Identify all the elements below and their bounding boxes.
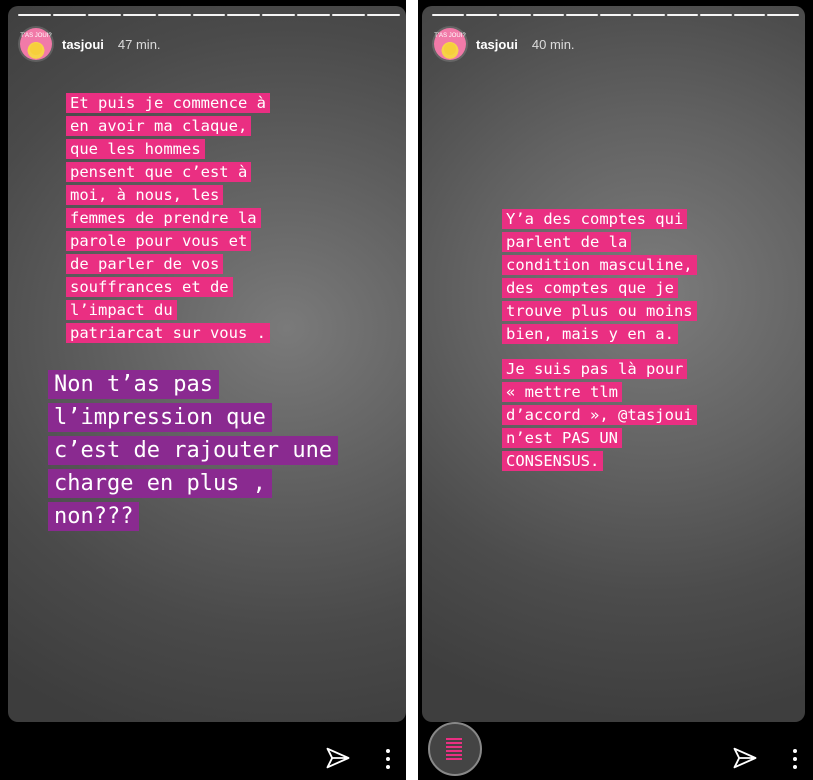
avatar[interactable]: T'AS JOUI? [20,28,52,60]
text-line: CONSENSUS. [502,451,604,471]
story-thumbnail[interactable] [428,722,482,776]
avatar-text: T'AS JOUI? [20,33,52,39]
progress-segment [700,14,732,16]
progress-segment [297,14,331,16]
progress-segment [262,14,296,16]
emoji-face-icon [444,43,456,55]
progress-segment [367,14,400,16]
username[interactable]: tasjoui [62,37,104,52]
pink-text-block-2: Je suis pas là pour « mettre tlm d’accord … [502,358,792,473]
story-screen-right: T'AS JOUI? tasjoui 40 min. Y’a des compt… [418,0,813,780]
text-line: trouve plus ou moins [502,301,697,321]
progress-segment [227,14,261,16]
avatar-text: T'AS JOUI? [434,33,466,39]
progress-segment [733,14,766,16]
progress-segment [767,14,800,16]
text-line: des comptes que je [502,278,678,298]
text-line: Et puis je commence à [66,93,270,113]
progress-segment [666,14,699,16]
story-progress-bar [432,14,800,16]
progress-segment [332,14,366,16]
text-line: n’est PAS UN [502,428,622,448]
story-background[interactable]: T'AS JOUI? tasjoui 47 min. Et puis je co… [8,6,406,722]
avatar[interactable]: T'AS JOUI? [434,28,466,60]
text-line: l’impression que [48,403,272,432]
timestamp: 47 min. [117,36,161,52]
story-screen-left: T'AS JOUI? tasjoui 47 min. Et puis je co… [0,0,406,780]
progress-segment [432,14,464,16]
vertical-dots-icon[interactable] [384,748,392,770]
emoji-face-icon [30,43,42,55]
progress-segment [465,14,498,16]
paper-plane-icon[interactable] [324,744,352,772]
progress-segment [192,14,226,16]
progress-segment [87,14,121,16]
progress-segment [157,14,191,16]
progress-segment [599,14,632,16]
story-background[interactable]: T'AS JOUI? tasjoui 40 min. Y’a des compt… [422,6,805,722]
text-line: c’est de rajouter une [48,436,339,465]
paper-plane-icon[interactable] [731,744,759,772]
text-line: que les hommes [66,139,205,159]
text-line: pensent que c’est à [66,162,252,182]
progress-segment [122,14,156,16]
purple-text-block: Non t’as pas l’impression que c’est de raj… [48,368,406,533]
progress-segment [566,14,598,16]
story-header: T'AS JOUI? tasjoui 40 min. [434,28,575,60]
text-line: condition masculine, [502,255,697,275]
progress-segment [499,14,531,16]
pink-text-block-1: Y’a des comptes qui parlent de la conditio… [502,208,792,346]
text-line: non??? [48,502,140,531]
text-line: parole pour vous et [66,231,252,251]
vertical-dots-icon[interactable] [791,748,799,770]
text-line: « mettre tlm [502,382,622,402]
story-header: T'AS JOUI? tasjoui 47 min. [20,28,161,60]
text-line: souffrances et de [66,277,233,297]
progress-segment [633,14,665,16]
text-line: parlent de la [502,232,632,252]
text-line: moi, à nous, les [66,185,224,205]
text-line: en avoir ma claque, [66,116,252,136]
progress-segment [18,14,51,16]
thumbnail-preview [446,738,462,760]
text-line: de parler de vos [66,254,224,274]
story-footer [418,722,813,780]
text-line: l’impact du [66,300,177,320]
story-progress-bar [18,14,400,16]
text-line: femmes de prendre la [66,208,261,228]
pink-text-block: Et puis je commence à en avoir ma claque,… [66,92,386,345]
progress-segment [52,14,86,16]
timestamp: 40 min. [531,36,575,52]
progress-segment [532,14,565,16]
username[interactable]: tasjoui [476,37,518,52]
text-line: Je suis pas là pour [502,359,688,379]
text-line: Non t’as pas [48,370,219,399]
story-footer [0,724,406,780]
text-line: charge en plus , [48,469,272,498]
text-line: d’accord », @tasjoui [502,405,697,425]
text-line: patriarcat sur vous . [66,323,270,343]
text-line: bien, mais y en a. [502,324,678,344]
text-line: Y’a des comptes qui [502,209,688,229]
